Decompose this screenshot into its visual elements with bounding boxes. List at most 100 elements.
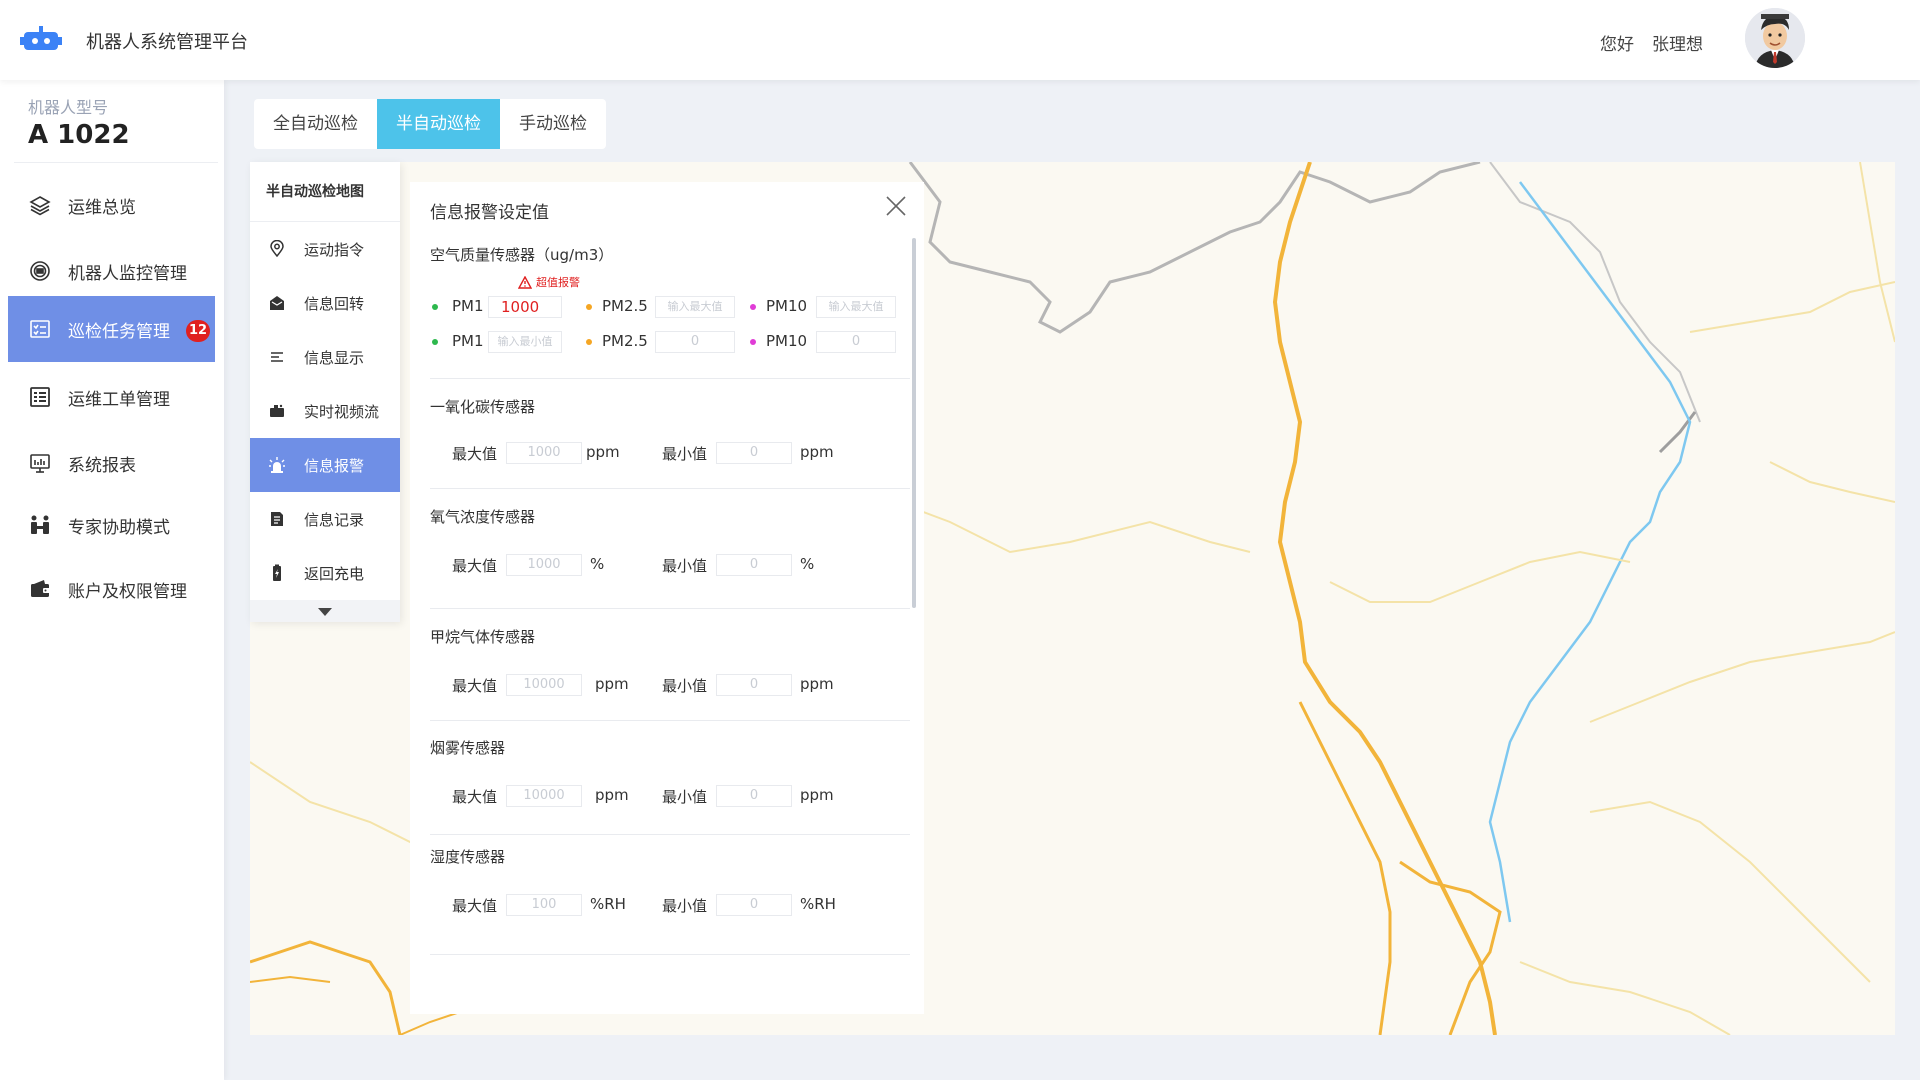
sidebar-item-work-orders[interactable]: 运维工单管理 — [8, 364, 215, 430]
username[interactable]: 张理想 — [1652, 30, 1703, 55]
methane-max-input[interactable]: 10000 — [506, 674, 582, 696]
submenu-item-info-alarm[interactable]: 信息报警 — [250, 438, 400, 492]
pm25-min-input[interactable]: 0 — [655, 331, 735, 353]
divider — [430, 954, 910, 955]
pm25-dot — [586, 339, 592, 345]
report-icon — [28, 451, 52, 475]
app-title: 机器人系统管理平台 — [86, 32, 248, 53]
panel-scrollbar[interactable] — [912, 238, 916, 608]
warning-text: 超值报警 — [536, 276, 580, 289]
sidebar: 机器人型号 A 1022 运维总览 机器人监控管理 巡检任务管理 12 运维工单… — [0, 80, 224, 1080]
smoke-sensor-title: 烟雾传感器 — [430, 739, 506, 757]
pm1-max-input[interactable]: 1000 — [488, 296, 562, 318]
min-label: 最小值 — [662, 677, 708, 695]
robot-monitor-icon — [28, 259, 52, 283]
submenu-item-info-record[interactable]: 信息记录 — [250, 492, 400, 546]
max-label: 最大值 — [452, 677, 498, 695]
sidebar-item-accounts[interactable]: 账户及权限管理 — [8, 556, 215, 622]
max-label: 最大值 — [452, 557, 498, 575]
pm25-max-input[interactable]: 输入最大值 — [655, 296, 735, 318]
submenu-scroll-down[interactable] — [250, 600, 400, 622]
unit-label: ppm — [595, 786, 629, 804]
methane-min-input[interactable]: 0 — [716, 674, 792, 696]
pm1-dot — [432, 339, 438, 345]
alarm-icon — [266, 454, 288, 476]
smoke-min-input[interactable]: 0 — [716, 785, 792, 807]
humidity-min-input[interactable]: 0 — [716, 894, 792, 916]
submenu-item-label: 信息报警 — [304, 456, 365, 475]
pm25-label: PM2.5 — [602, 297, 648, 315]
pm25-label: PM2.5 — [602, 332, 648, 350]
camera-icon — [266, 400, 288, 422]
tab-full-auto[interactable]: 全自动巡检 — [254, 99, 377, 149]
unit-label: %RH — [800, 895, 836, 913]
smoke-max-input[interactable]: 10000 — [506, 785, 582, 807]
submenu-item-label: 信息显示 — [304, 348, 365, 367]
task-count-badge: 12 — [186, 320, 211, 342]
divider — [430, 378, 910, 379]
inspection-mode-tabs: 全自动巡检 半自动巡检 手动巡检 — [254, 99, 606, 149]
top-header: 机器人系统管理平台 您好 张理想 — [0, 0, 1920, 80]
sidebar-item-label: 专家协助模式 — [68, 517, 170, 538]
max-label: 最大值 — [452, 445, 498, 463]
co-sensor-title: 一氧化碳传感器 — [430, 398, 536, 416]
battery-icon — [266, 562, 288, 584]
sidebar-item-label: 运维总览 — [68, 197, 136, 218]
pm25-dot — [586, 304, 592, 310]
sidebar-item-robot-monitor[interactable]: 机器人监控管理 — [8, 238, 215, 304]
air-quality-title: 空气质量传感器（ug/m3） — [430, 246, 614, 264]
divider — [430, 720, 910, 721]
submenu-item-info-return[interactable]: 信息回转 — [250, 276, 400, 330]
unit-label: ppm — [800, 786, 834, 804]
pm1-label: PM1 — [452, 297, 484, 315]
o2-min-input[interactable]: 0 — [716, 554, 792, 576]
co-min-input[interactable]: 0 — [716, 442, 792, 464]
pm10-label: PM10 — [766, 332, 808, 350]
divider — [430, 834, 910, 835]
sidebar-item-label: 巡检任务管理 — [68, 321, 170, 342]
wallet-icon — [28, 577, 52, 601]
sidebar-item-label: 机器人监控管理 — [68, 263, 187, 284]
over-limit-warning: 超值报警 — [518, 274, 580, 290]
submenu-item-motion-command[interactable]: 运动指令 — [250, 222, 400, 276]
location-icon — [266, 238, 288, 260]
sidebar-item-expert-mode[interactable]: 专家协助模式 — [8, 492, 215, 558]
tab-semi-auto[interactable]: 半自动巡检 — [377, 99, 500, 149]
tab-manual[interactable]: 手动巡检 — [500, 99, 606, 149]
pm1-min-input[interactable]: 输入最小值 — [488, 331, 562, 353]
o2-max-input[interactable]: 1000 — [506, 554, 582, 576]
expert-icon — [28, 513, 52, 537]
submenu-item-label: 运动指令 — [304, 240, 365, 259]
submenu-item-return-charge[interactable]: 返回充电 — [250, 546, 400, 600]
close-icon[interactable] — [884, 194, 908, 218]
robot-model-value: A 1022 — [28, 120, 130, 150]
caret-down-icon — [317, 602, 333, 621]
unit-label: ppm — [586, 443, 620, 461]
sidebar-item-label: 系统报表 — [68, 455, 136, 476]
work-order-icon — [28, 385, 52, 409]
unit-label: % — [590, 555, 605, 573]
greeting-text: 您好 — [1600, 35, 1634, 55]
semi-auto-submenu: 半自动巡检地图 运动指令 信息回转 信息显示 实时视频流 信息报警 信息记录 返… — [250, 162, 400, 622]
sidebar-item-ops-overview[interactable]: 运维总览 — [8, 172, 215, 238]
min-label: 最小值 — [662, 557, 708, 575]
sidebar-item-inspection-tasks[interactable]: 巡检任务管理 12 — [8, 296, 215, 362]
unit-label: %RH — [590, 895, 626, 913]
submenu-item-label: 信息记录 — [304, 510, 365, 529]
co-max-input[interactable]: 1000 — [506, 442, 582, 464]
submenu-item-label: 信息回转 — [304, 294, 365, 313]
min-label: 最小值 — [662, 445, 708, 463]
sidebar-item-system-reports[interactable]: 系统报表 — [8, 430, 215, 496]
robot-model-label: 机器人型号 — [28, 98, 109, 117]
submenu-item-live-video[interactable]: 实时视频流 — [250, 384, 400, 438]
submenu-item-info-display[interactable]: 信息显示 — [250, 330, 400, 384]
humidity-max-input[interactable]: 100 — [506, 894, 582, 916]
pm10-label: PM10 — [766, 297, 808, 315]
unit-label: ppm — [800, 675, 834, 693]
o2-sensor-title: 氧气浓度传感器 — [430, 508, 536, 526]
avatar[interactable] — [1745, 8, 1805, 68]
note-icon — [266, 508, 288, 530]
pm10-min-input[interactable]: 0 — [816, 331, 896, 353]
methane-sensor-title: 甲烷气体传感器 — [430, 628, 536, 646]
pm10-max-input[interactable]: 输入最大值 — [816, 296, 896, 318]
